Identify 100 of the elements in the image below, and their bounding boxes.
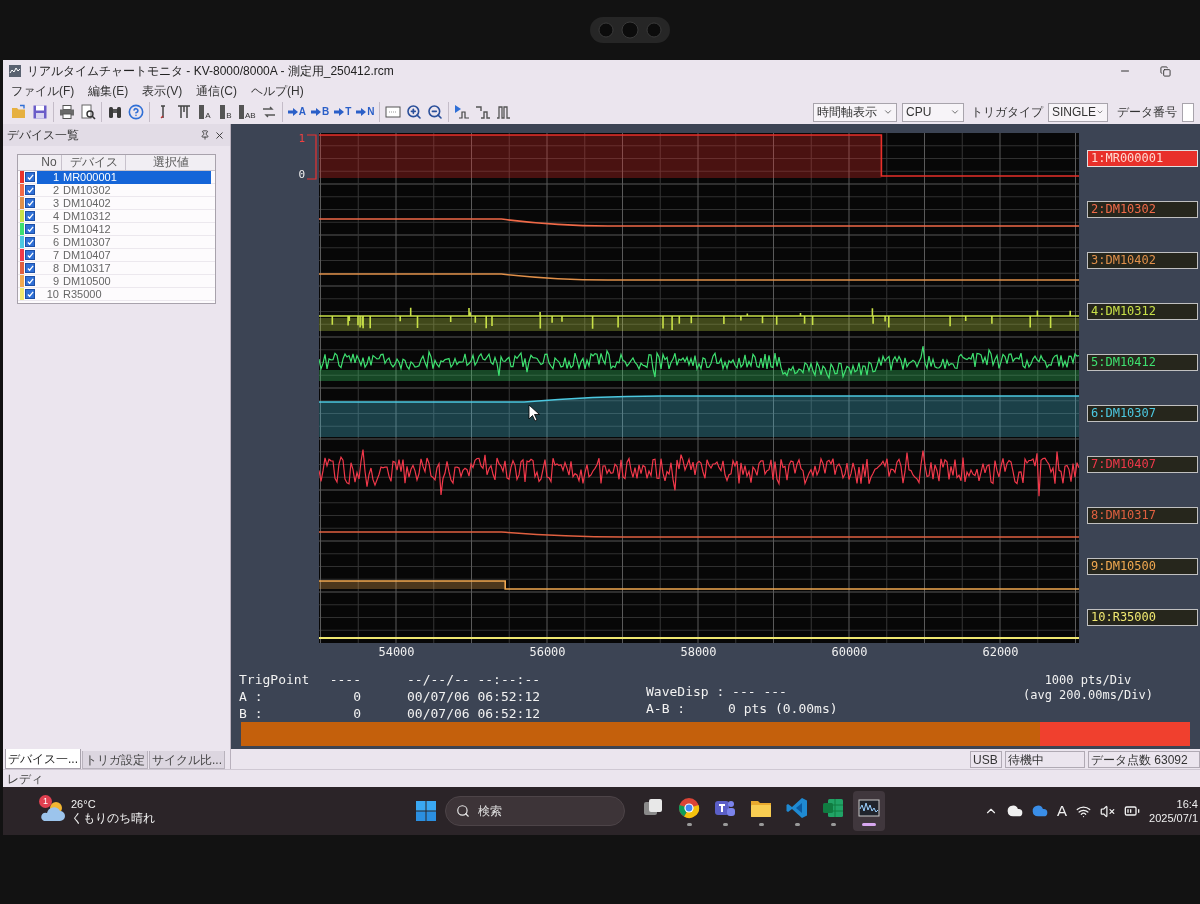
panel-tab[interactable]: トリガ設定	[82, 751, 148, 769]
channel-label[interactable]: 7:DM10407	[1087, 456, 1198, 473]
right-arrow-icon	[334, 107, 345, 117]
row-number-cell-text: 2	[51, 183, 60, 197]
device-row[interactable]: 6 DM10307	[18, 236, 215, 249]
menu-item[interactable]: ファイル(F)	[11, 83, 75, 99]
input-mode-indicator[interactable]: A	[1057, 799, 1068, 823]
data-number-label: データ番号	[1117, 104, 1177, 121]
cursor-label: A :	[239, 689, 263, 704]
channel-label[interactable]: 9:DM10500	[1087, 558, 1198, 575]
panel-tab[interactable]: デバイス一...	[5, 749, 81, 769]
row-number-cell-text: 5	[51, 222, 60, 236]
menu-item[interactable]: 通信(C)	[196, 83, 237, 99]
help-button[interactable]	[126, 102, 146, 122]
x-tick-label: 62000	[982, 644, 1019, 661]
device-name-cell-text: DM10412	[62, 222, 112, 236]
division-time: (avg 200.00ms/Div)	[1022, 688, 1153, 703]
marker-bar-icon	[220, 105, 226, 119]
cloud-icon[interactable]	[1007, 803, 1024, 819]
device-row[interactable]: 2 DM10302	[18, 184, 215, 197]
checkbox[interactable]	[25, 276, 35, 286]
muted-speaker-icon[interactable]	[1100, 803, 1116, 819]
jump-button[interactable]: T	[332, 102, 354, 122]
device-row[interactable]: 10 R35000	[18, 288, 215, 301]
panel-tab[interactable]: サイクル比...	[149, 751, 226, 769]
checkbox[interactable]	[25, 172, 35, 182]
checkbox[interactable]	[25, 237, 35, 247]
print-preview-button[interactable]	[78, 102, 98, 122]
webcam-icon	[590, 17, 670, 43]
device-row[interactable]: 4 DM10312	[18, 210, 215, 223]
jump-button[interactable]: A	[285, 102, 308, 122]
wifi-icon[interactable]	[1076, 803, 1092, 819]
jump-button[interactable]: B	[308, 102, 332, 122]
close-icon	[213, 129, 225, 141]
device-row[interactable]: 5 DM10412	[18, 223, 215, 236]
channel-label[interactable]: 10:R35000	[1087, 609, 1198, 626]
menu-item[interactable]: 編集(E)	[88, 83, 129, 99]
cursor-button[interactable]: B	[216, 102, 236, 122]
search-field[interactable]: 検索	[445, 796, 625, 826]
cursor-value: 0	[353, 705, 361, 722]
notification-badge: 1	[39, 795, 52, 808]
cursor-label: B :	[239, 706, 263, 721]
checkbox[interactable]	[25, 211, 35, 221]
cursor-diff-value: 0 pts (0.00ms)	[728, 700, 838, 717]
trigger-type-label: トリガタイプ	[971, 104, 1043, 121]
checkbox[interactable]	[25, 263, 35, 273]
device-name-cell-text: DM10402	[62, 196, 112, 210]
source-select[interactable]: CPU	[902, 102, 964, 122]
device-row[interactable]: 3 DM10402	[18, 197, 215, 210]
channel-label[interactable]: 5:DM10412	[1087, 354, 1198, 371]
pin-button[interactable]	[198, 128, 212, 142]
channel-label[interactable]: 4:DM10312	[1087, 303, 1198, 320]
data-number-field[interactable]	[1182, 102, 1194, 122]
zoom-out-icon	[427, 104, 444, 120]
view-mode-select[interactable]: 時間軸表示	[813, 102, 897, 122]
channel-label[interactable]: 6:DM10307	[1087, 405, 1198, 422]
swap-arrows-icon	[260, 104, 277, 120]
trigger-type-select[interactable]: SINGLE	[1048, 102, 1108, 122]
view-range-marker[interactable]	[1040, 722, 1190, 746]
column-header: 選択値	[125, 155, 215, 170]
printer-icon	[59, 104, 75, 120]
device-name-cell-text: DM10500	[62, 274, 112, 288]
menu-item[interactable]: 表示(V)	[142, 83, 183, 99]
device-row[interactable]: 7 DM10407	[18, 249, 215, 262]
checkbox[interactable]	[25, 224, 35, 234]
device-row[interactable]: 8 DM10317	[18, 262, 215, 275]
checkbox[interactable]	[25, 185, 35, 195]
pin-icon	[200, 130, 210, 140]
checkbox[interactable]	[25, 250, 35, 260]
marker-bar-icon	[199, 105, 205, 119]
scale-bracket-icon	[307, 134, 317, 180]
print-button[interactable]	[57, 102, 77, 122]
clock-date[interactable]: 2025/07/1	[1149, 811, 1198, 825]
menu-item[interactable]: ヘルプ(H)	[251, 83, 304, 99]
clock-time[interactable]: 16:4	[1176, 797, 1198, 811]
spreadsheet-icon	[822, 796, 844, 819]
taskbar-app-button[interactable]	[853, 791, 885, 831]
round-browser-icon	[678, 796, 700, 819]
checkbox[interactable]	[25, 289, 35, 299]
cursor-button[interactable]: AB	[237, 102, 258, 122]
running-indicator	[830, 822, 836, 826]
checkbox[interactable]	[25, 198, 35, 208]
row-number-cell-text: 6	[51, 235, 60, 249]
app-icon	[9, 65, 21, 77]
row-number-cell-text: 4	[51, 209, 60, 223]
device-row[interactable]: 1 MR000001	[18, 171, 215, 184]
jump-button[interactable]: N	[354, 102, 377, 122]
cursor-button[interactable]: A	[195, 102, 215, 122]
x-tick-label: 54000	[378, 644, 415, 661]
device-row[interactable]: 9 DM10500	[18, 275, 215, 288]
battery-icon[interactable]	[1124, 803, 1141, 819]
play-pulse-icon	[454, 104, 471, 120]
x-tick-label: 58000	[680, 644, 717, 661]
running-indicator	[686, 822, 692, 826]
x-tick-label: 56000	[529, 644, 566, 661]
channel-label[interactable]: 3:DM10402	[1087, 252, 1198, 269]
channel-label[interactable]: 8:DM10317	[1087, 507, 1198, 524]
cursor-time: 00/07/06 06:52:12	[407, 706, 541, 721]
channel-label[interactable]: 2:DM10302	[1087, 201, 1198, 218]
device-name-cell-text: DM10307	[62, 235, 112, 249]
